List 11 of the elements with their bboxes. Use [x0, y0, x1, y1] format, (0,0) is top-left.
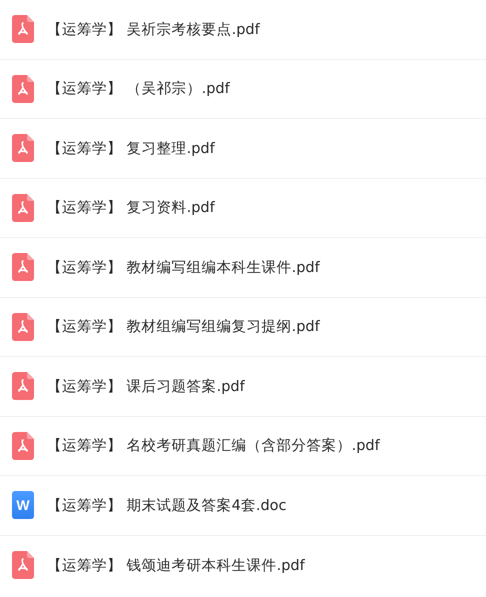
file-name[interactable]: 【运筹学】 复习整理.pdf — [47, 138, 215, 158]
file-name[interactable]: 【运筹学】 吴祈宗考核要点.pdf — [47, 20, 260, 39]
file-name[interactable]: 【运筹学】 复习资料.pdf — [47, 198, 215, 218]
file-name[interactable]: 【运筹学】 期末试题及答案4套.doc — [47, 496, 286, 515]
file-name[interactable]: 【运筹学】 （吴祁宗）.pdf — [47, 79, 230, 98]
file-name[interactable]: 【运筹学】 课后习题答案.pdf — [47, 376, 245, 396]
file-name[interactable]: 【运筹学】 教材编写组编本科生课件.pdf — [47, 258, 320, 277]
word-file-icon: W — [12, 491, 34, 520]
file-name[interactable]: 【运筹学】 钱颂迪考研本科生课件.pdf — [47, 556, 305, 575]
file-name[interactable]: 【运筹学】 名校考研真题汇编（含部分答案）.pdf — [47, 436, 380, 456]
file-name[interactable]: 【运筹学】 教材组编写组编复习提纲.pdf — [47, 317, 320, 336]
